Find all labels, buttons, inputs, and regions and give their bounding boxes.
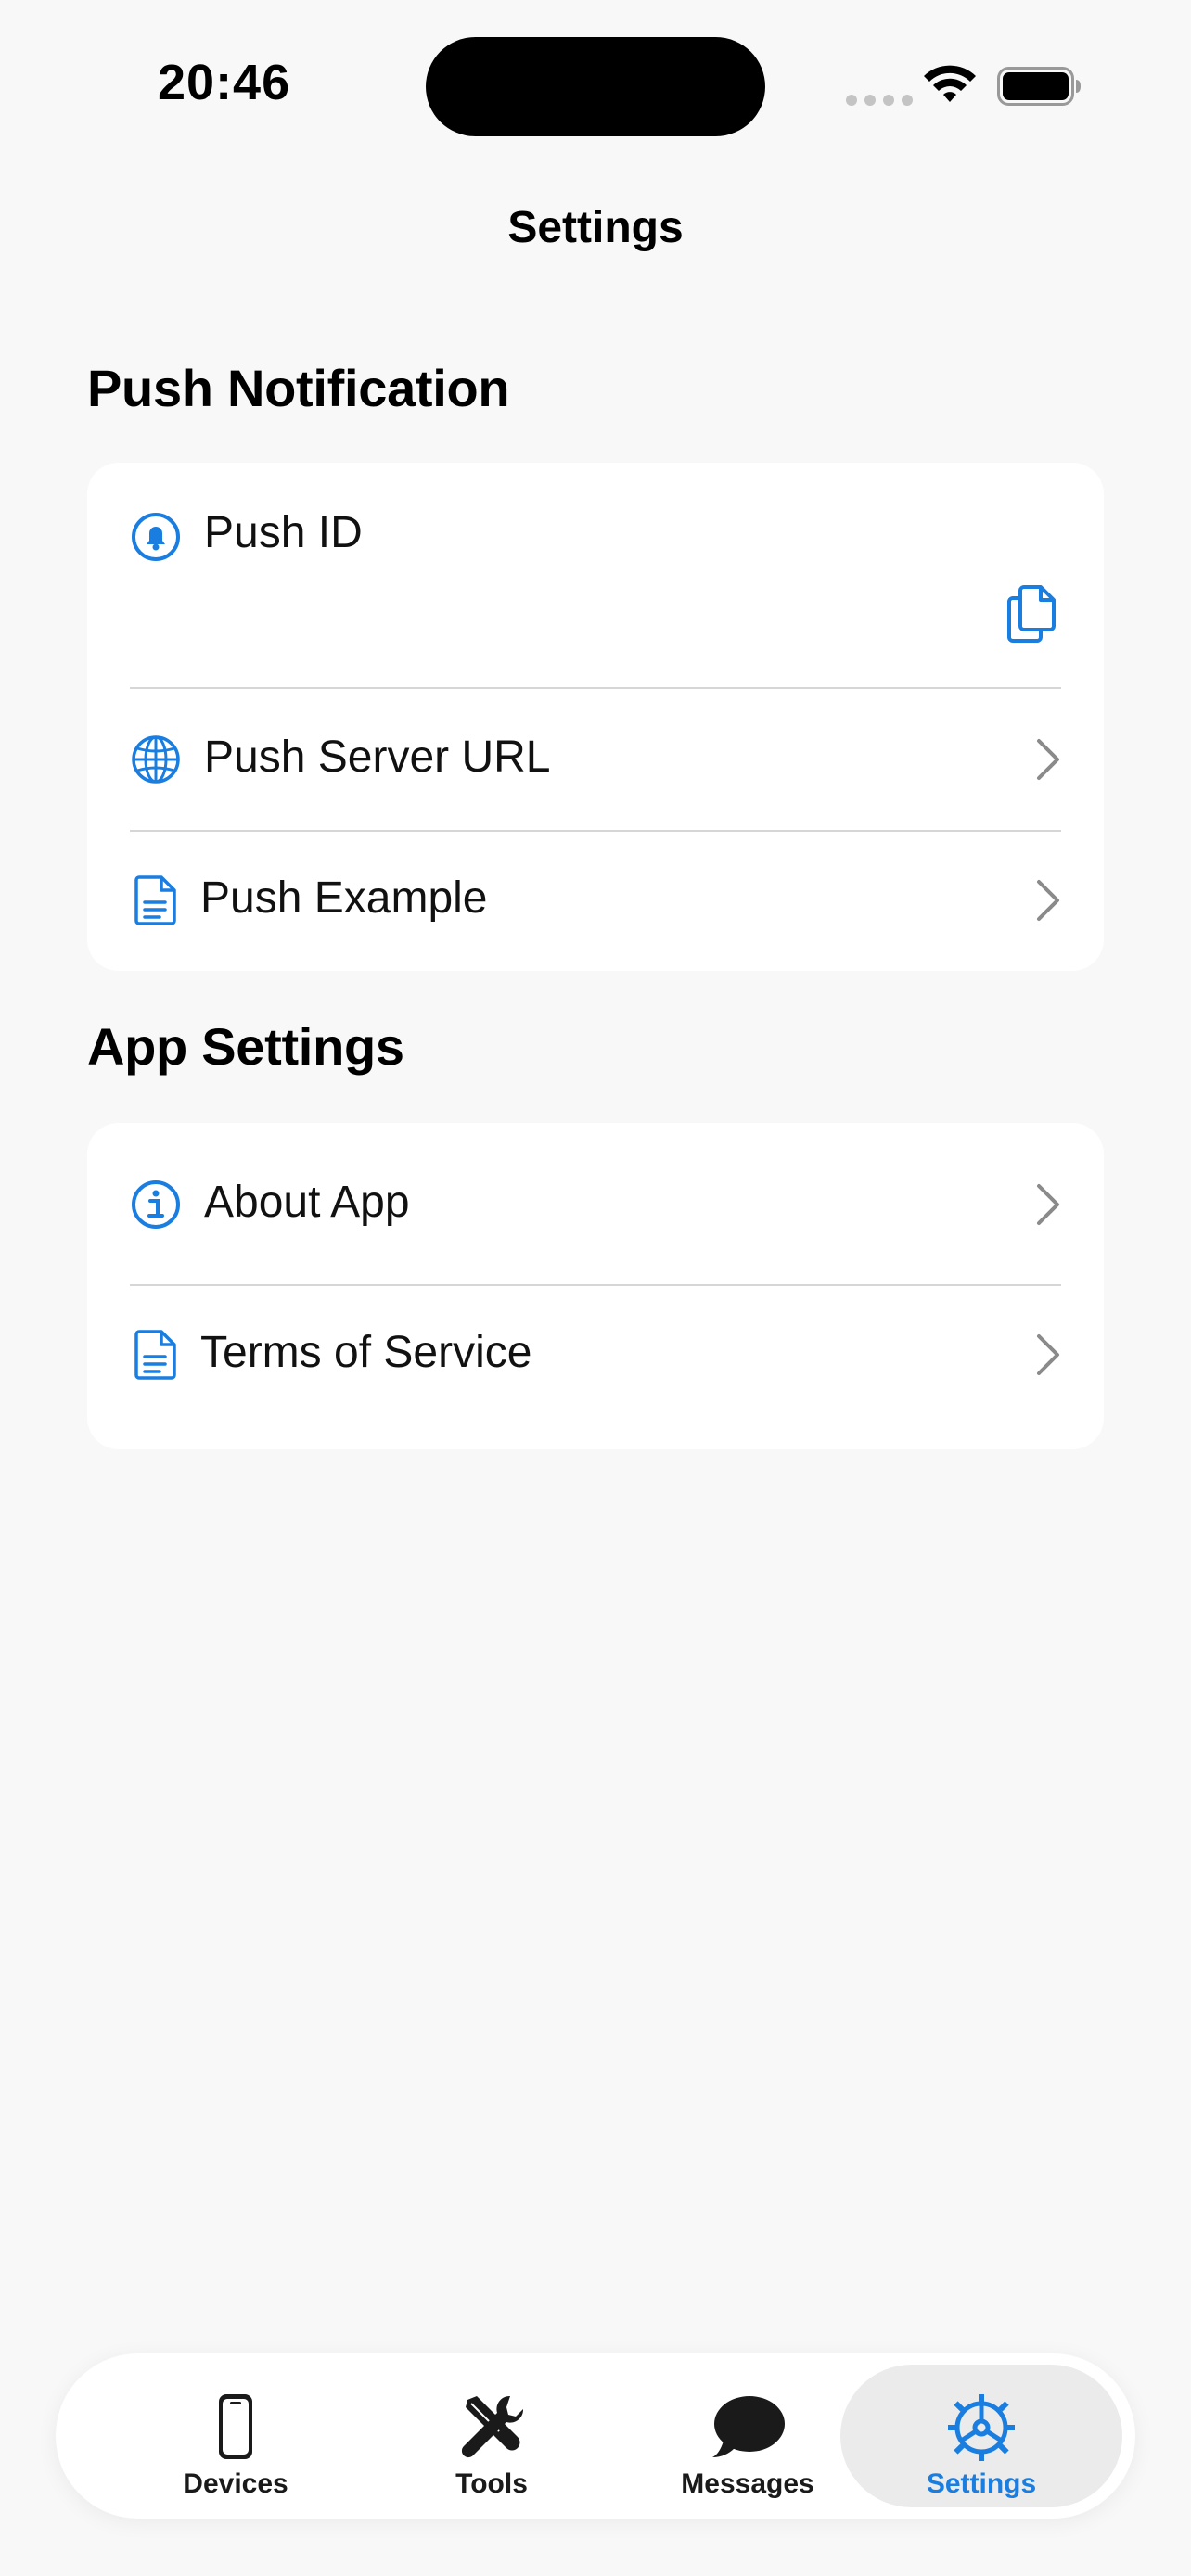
bell-circle-icon [132,513,180,561]
battery-icon [997,67,1081,106]
globe-icon [132,735,180,784]
push-id-row: Push ID [87,463,1104,687]
chevron-right-icon [1037,1184,1059,1225]
document-icon [134,875,176,925]
push-example-row[interactable]: Push Example [87,832,1104,971]
gear-icon [948,2394,1015,2461]
tab-messages-label: Messages [681,2468,814,2499]
tab-bar: Devices Tools Messages Settings [56,2353,1135,2519]
tab-devices[interactable]: Devices [95,2365,377,2507]
push-id-label: Push ID [204,508,363,557]
info-circle-icon [132,1180,180,1229]
tab-devices-label: Devices [183,2468,288,2499]
terms-of-service-row[interactable]: Terms of Service [87,1286,1104,1427]
chevron-right-icon [1037,739,1059,780]
terms-of-service-label: Terms of Service [200,1328,532,1377]
tab-tools[interactable]: Tools [351,2365,633,2507]
wifi-icon [924,65,976,102]
push-server-url-row[interactable]: Push Server URL [87,689,1104,830]
tools-icon [461,2395,524,2458]
page-title: Settings [507,203,684,252]
status-time: 20:46 [158,55,291,110]
tab-settings-label: Settings [926,2468,1037,2499]
tab-settings[interactable]: Settings [840,2365,1122,2507]
chevron-right-icon [1037,880,1059,921]
push-notification-card: Push ID Push Server URL Push Example [87,463,1104,971]
cellular-signal-icon [846,95,913,106]
document-icon [134,1330,176,1380]
copy-icon[interactable] [1005,583,1057,643]
section-header-push-notification: Push Notification [87,359,510,417]
about-app-label: About App [204,1178,410,1227]
dynamic-island [426,37,765,136]
about-app-row[interactable]: About App [87,1123,1104,1284]
app-settings-card: About App Terms of Service [87,1123,1104,1449]
push-server-url-label: Push Server URL [204,733,551,782]
chevron-right-icon [1037,1334,1059,1375]
tab-tools-label: Tools [455,2468,528,2499]
settings-screen: 20:46 Settings Push Notification Push ID [0,0,1191,2576]
message-bubble-icon [712,2396,785,2457]
section-header-app-settings: App Settings [87,1017,404,1076]
iphone-icon [219,2394,252,2459]
push-example-label: Push Example [200,874,488,923]
